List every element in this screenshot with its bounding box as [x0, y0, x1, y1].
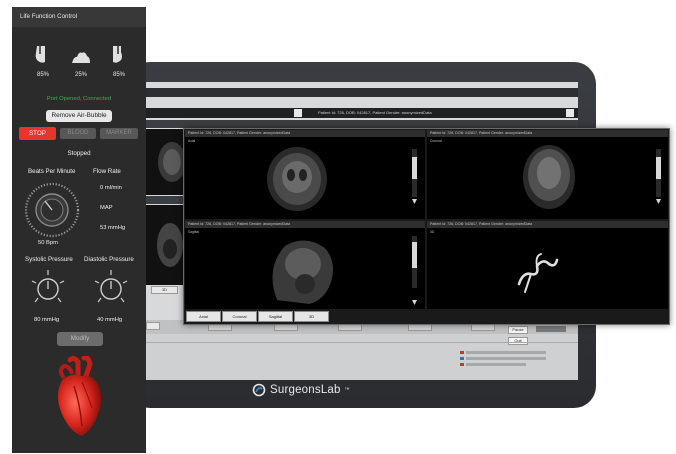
connection-status: Port Opened, Connected — [46, 96, 112, 102]
heart-tissue-percent: 25% — [74, 72, 87, 78]
beats-value: 50 Bpm — [38, 240, 58, 246]
tablet-lower-area: Pause Quit — [146, 320, 578, 380]
tablet-3d-button[interactable]: 3D — [151, 286, 178, 294]
heart-tissue-icon — [72, 52, 90, 63]
viewport-label: Coronal — [430, 139, 442, 143]
viewport-title: Patient Id: 726, DOB: 042817, Patient Ge… — [185, 130, 425, 137]
flow-rate-label: Flow Rate — [93, 168, 121, 175]
systolic-pressure-label: Systolic Pressure — [25, 256, 73, 263]
divider — [146, 342, 578, 343]
marker-button[interactable]: MARKER — [100, 128, 138, 139]
legend-swatch — [460, 357, 464, 360]
tablet-thumbnail — [146, 205, 184, 285]
viewport-label: Axial — [188, 139, 196, 143]
viewport-label: Sagittal — [188, 230, 199, 234]
legend-row — [466, 351, 546, 354]
viewport-image[interactable]: 3D — [427, 228, 668, 309]
brand-logo: SurgeonsLab ™ — [252, 383, 362, 397]
viewport-3d[interactable]: Patient Id: 726, DOB: 042817, Patient Ge… — [427, 221, 668, 309]
blood-button[interactable]: BLOOD — [60, 128, 96, 139]
dicom-viewer-window: Patient Id: 726, DOB: 042817, Patient Ge… — [183, 128, 670, 325]
viewport-title: Patient Id: 726, DOB: 042817, Patient Ge… — [427, 221, 668, 228]
viewport-sagittal[interactable]: Patient Id: 726, DOB: 042817, Patient Ge… — [185, 221, 425, 309]
lung-left-icon — [35, 46, 45, 63]
diastolic-pressure-label: Diastolic Pressure — [84, 256, 134, 263]
pause-button[interactable]: Pause — [508, 326, 528, 334]
systolic-value: 80 mmHg — [34, 317, 60, 323]
timer-display — [536, 326, 566, 332]
tablet-viewer-subheader — [146, 120, 578, 128]
quit-button[interactable]: Quit — [508, 337, 528, 345]
viewport-title: Patient Id: 726, DOB: 042817, Patient Ge… — [427, 130, 668, 137]
systolic-dial[interactable] — [26, 267, 70, 309]
viewport-image[interactable]: Sagittal — [185, 228, 425, 309]
beats-per-minute-label: Beats Per Minute — [28, 168, 76, 175]
tablet-top-bar — [146, 88, 578, 97]
viewport-axial[interactable]: Patient Id: 726, DOB: 042817, Patient Ge… — [185, 130, 425, 219]
tablet-viewer-header: Patient Id: 726, DOB: 042817, Patient Ge… — [146, 108, 578, 118]
diastolic-value: 40 mmHg — [97, 317, 123, 323]
surgeonslab-logo-icon — [252, 383, 266, 397]
viewport-label: 3D — [430, 230, 435, 234]
coronal-button[interactable]: Coronal — [222, 311, 257, 322]
brand-name: SurgeonsLab — [270, 384, 341, 396]
tablet-thumbnail-header — [146, 196, 184, 204]
viewport-coronal[interactable]: Patient Id: 726, DOB: 042817, Patient Ge… — [427, 130, 668, 219]
legend-swatch — [460, 351, 464, 354]
left-lung-percent: 85% — [36, 72, 49, 78]
expand-icon[interactable] — [566, 109, 574, 117]
modify-button[interactable]: Modify — [57, 332, 103, 346]
viewport-image[interactable]: Axial — [185, 137, 425, 219]
tablet-header-text: Patient Id: 726, DOB: 042817, Patient Ge… — [318, 110, 432, 115]
legend-row — [466, 363, 526, 366]
tablet-thumbnail — [146, 129, 186, 195]
head-scan-thumbnail — [157, 223, 183, 267]
expand-icon[interactable] — [294, 109, 302, 117]
trademark-mark: ™ — [344, 387, 350, 393]
flow-rate-value: 0 ml/min — [100, 185, 122, 191]
remove-air-bubble-button[interactable]: Remove Air-Bubble — [46, 110, 112, 122]
3d-button[interactable]: 3D — [294, 311, 329, 322]
tablet-small-button[interactable] — [146, 322, 160, 330]
beats-dial[interactable] — [22, 181, 82, 239]
lung-right-icon — [113, 46, 122, 63]
viewport-title: Patient Id: 726, DOB: 042817, Patient Ge… — [185, 221, 425, 228]
diastolic-dial[interactable] — [89, 267, 133, 309]
sagittal-button[interactable]: Sagittal — [258, 311, 293, 322]
legend-swatch — [460, 363, 464, 366]
sagittal-head-scan — [272, 236, 417, 305]
axial-brain-scan — [267, 147, 417, 211]
map-label: MAP — [100, 205, 113, 211]
heart-icon — [58, 356, 101, 436]
pump-state: Stopped — [67, 150, 91, 157]
axial-button[interactable]: Axial — [186, 311, 221, 322]
stop-button[interactable]: STOP — [19, 127, 56, 140]
3d-vessel-render — [517, 253, 559, 293]
viewport-image[interactable]: Coronal — [427, 137, 668, 219]
legend-row — [466, 357, 546, 360]
panel-title: Life Function Control — [20, 13, 78, 20]
coronal-brain-scan — [523, 145, 661, 209]
brain-scan-thumbnail — [158, 142, 186, 182]
map-value: 53 mmHg — [100, 225, 126, 231]
right-lung-percent: 85% — [112, 72, 125, 78]
